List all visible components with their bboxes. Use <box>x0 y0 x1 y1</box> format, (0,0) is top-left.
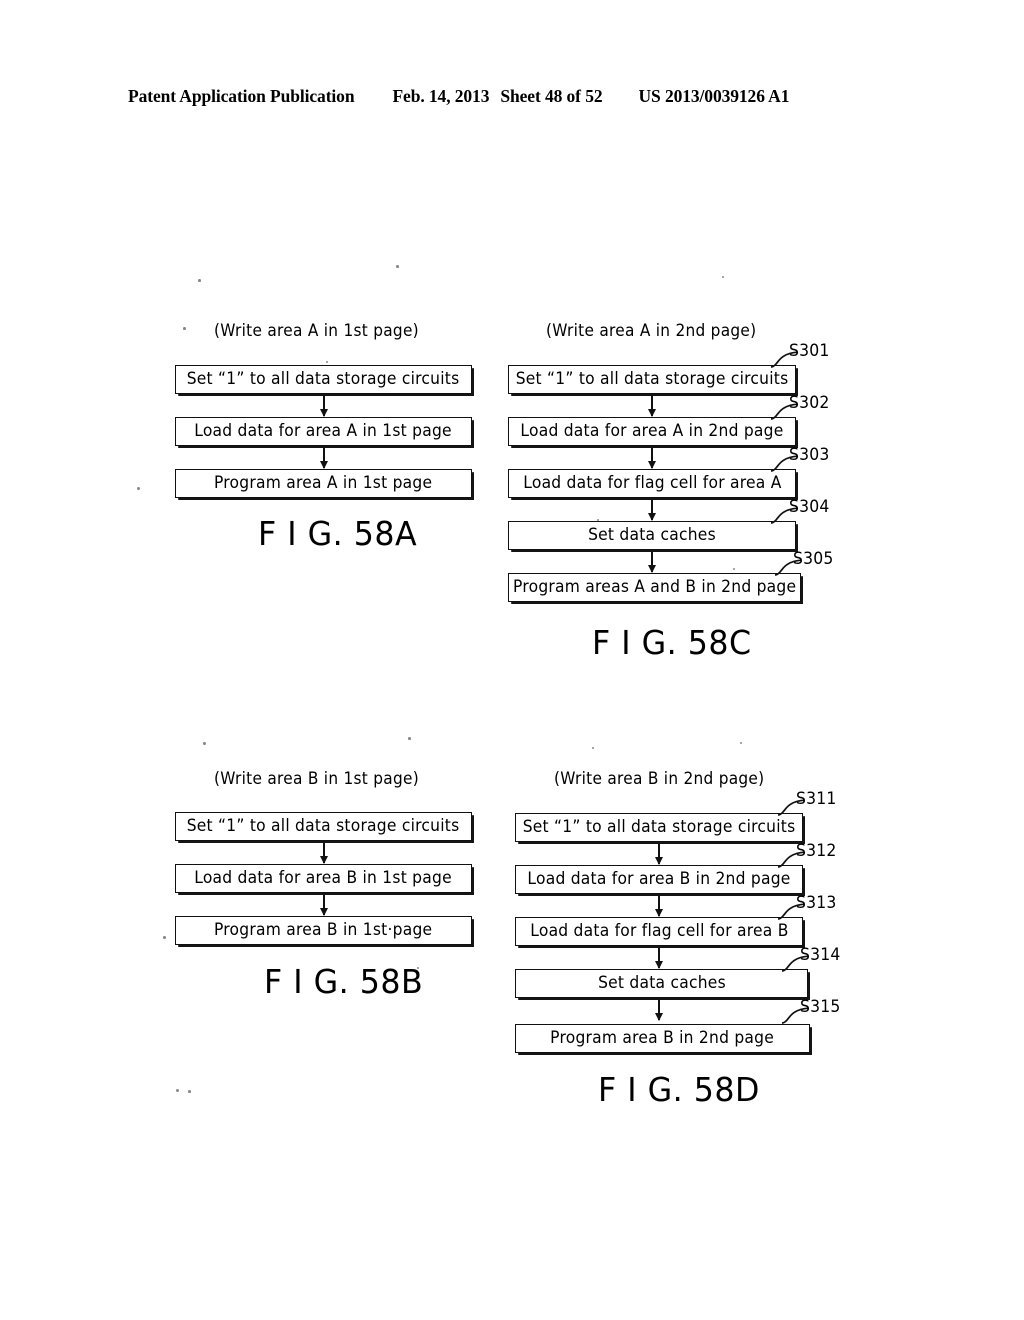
step-label: Load data for flag cell for area B <box>529 921 789 941</box>
step-label: Program area B in 2nd page <box>550 1028 775 1048</box>
figure-58d-arrow-3 <box>658 948 660 968</box>
figure-58d-arrow-4 <box>658 1000 660 1020</box>
figure-58d-step-1: Set “1” to all data storage circuits <box>515 813 803 842</box>
figure-58d-caption: F I G. 58D <box>598 1070 760 1109</box>
figure-58d-step-ref-2: S312 <box>796 841 837 861</box>
figure-58d-title: (Write area B in 2nd page) <box>554 769 765 788</box>
figure-58d-step-ref-1: S311 <box>796 789 837 809</box>
figure-58d-step-ref-4: S314 <box>800 945 841 965</box>
figure-58d-step-4: Set data caches <box>515 969 808 998</box>
figure-58d-arrow-1 <box>658 844 660 864</box>
figure-58d: (Write area B in 2nd page) Set “1” to al… <box>0 0 1024 1320</box>
figure-58d-step-3: Load data for flag cell for area B <box>515 917 803 946</box>
figure-58d-arrow-2 <box>658 896 660 916</box>
figure-58d-step-2: Load data for area B in 2nd page <box>515 865 803 894</box>
figure-58d-step-ref-3: S313 <box>796 893 837 913</box>
figure-58d-step-ref-5: S315 <box>800 997 841 1017</box>
step-label: Set data caches <box>597 973 726 993</box>
step-label: Load data for area B in 2nd page <box>527 869 791 889</box>
step-label: Set “1” to all data storage circuits <box>522 817 796 837</box>
figure-58d-step-5: Program area B in 2nd page <box>515 1024 810 1053</box>
